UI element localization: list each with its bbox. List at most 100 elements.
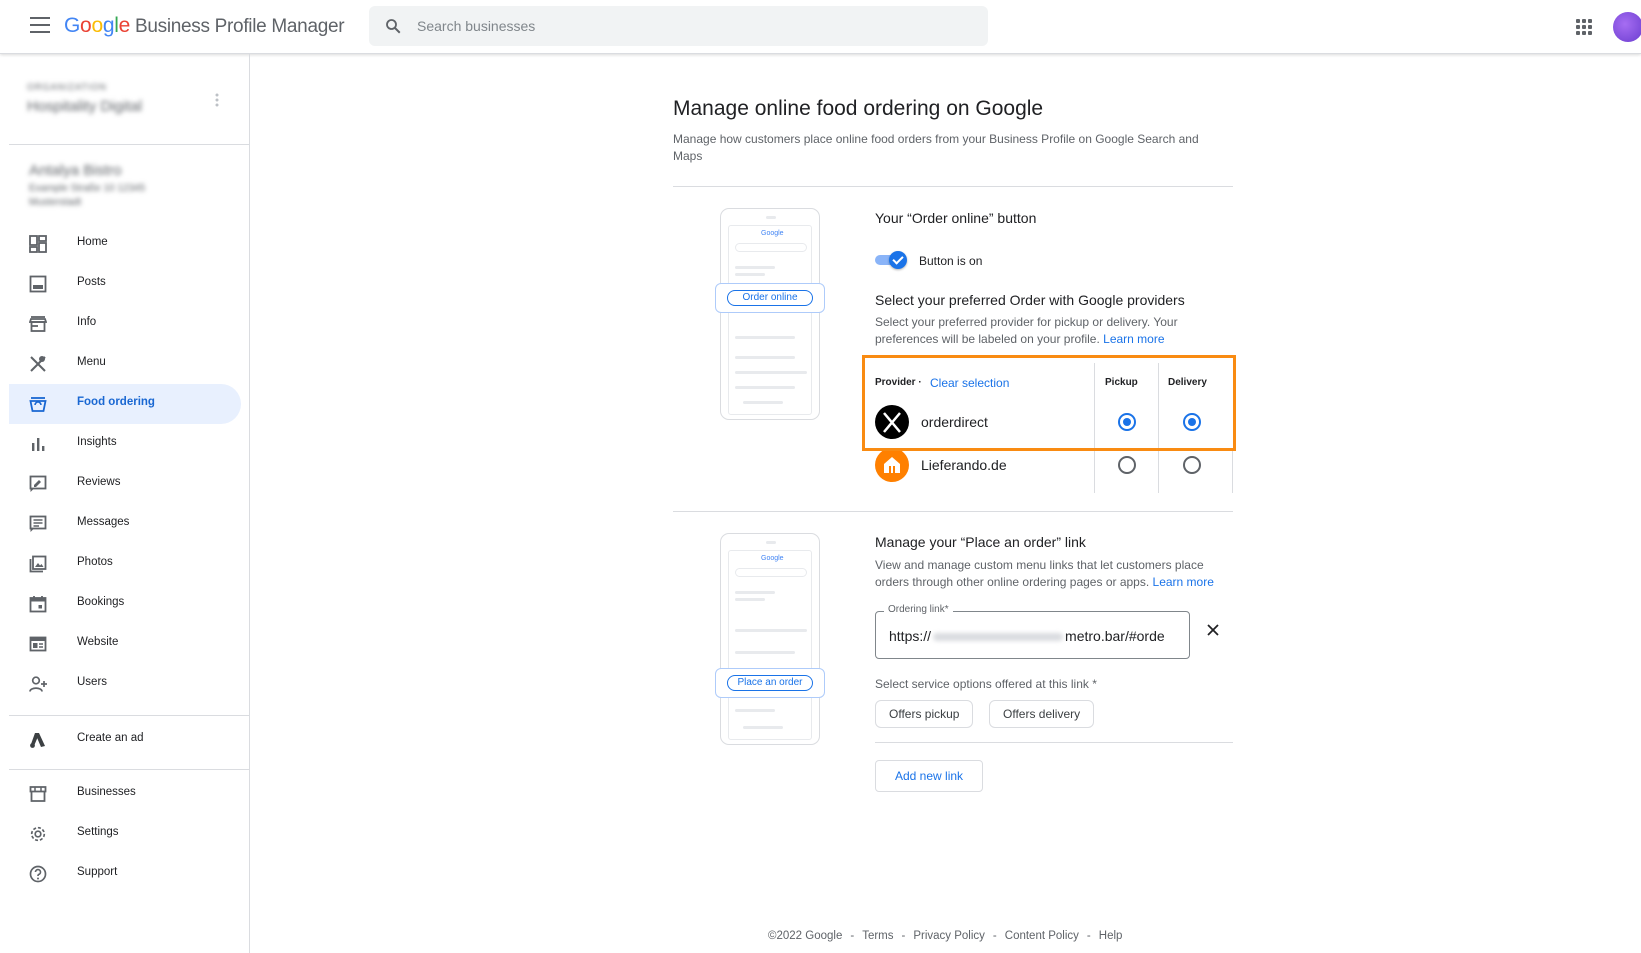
footer-link-terms[interactable]: Terms — [862, 930, 893, 942]
nav-label: Create an ad — [77, 732, 144, 744]
phone-search-box — [735, 568, 807, 577]
nav-label: Users — [77, 676, 108, 688]
phone-search-box — [735, 243, 807, 252]
store-icon — [29, 786, 47, 802]
nav-label: Menu — [77, 356, 106, 368]
phone-line — [735, 371, 807, 374]
nav-item-photos[interactable]: Photos — [9, 544, 241, 584]
copyright: ©2022 Google — [768, 930, 843, 942]
gear-icon — [30, 826, 46, 842]
nav-item-businesses[interactable]: Businesses — [9, 774, 241, 814]
calendar-icon — [29, 596, 47, 613]
phone-line — [743, 726, 783, 729]
footer-link-privacy[interactable]: Privacy Policy — [913, 930, 985, 942]
footer-link-help[interactable]: Help — [1099, 930, 1123, 942]
phone-speaker — [766, 541, 776, 544]
dashboard-icon — [29, 235, 47, 253]
phone-google-logo: Google — [761, 555, 784, 562]
ordering-link-value: https://metro.bar/#orde — [889, 628, 1165, 644]
place-order-description: View and manage custom menu links that l… — [875, 558, 1214, 589]
order-button-toggle[interactable] — [875, 251, 907, 269]
offers-delivery-chip[interactable]: Offers delivery — [989, 700, 1095, 728]
nav-item-messages[interactable]: Messages — [9, 504, 241, 544]
nav-label: Support — [77, 866, 118, 878]
providers-title: Select your preferred Order with Google … — [875, 292, 1185, 308]
nav-item-settings[interactable]: Settings — [9, 814, 241, 854]
reviews-icon — [29, 475, 47, 492]
nav-item-support[interactable]: Support — [9, 854, 241, 894]
lieferando-logo — [875, 448, 909, 482]
nav-item-home[interactable]: Home — [9, 224, 241, 264]
field-label: Ordering link* — [884, 604, 953, 615]
providers-description: Select your preferred provider for picku… — [875, 315, 1178, 346]
phone-google-logo: Google — [761, 230, 784, 237]
nav-item-info[interactable]: Info — [9, 304, 241, 344]
account-avatar[interactable] — [1613, 12, 1641, 42]
close-icon[interactable] — [1206, 623, 1220, 637]
nav-label: Bookings — [77, 596, 125, 608]
nav-item-menu[interactable]: Menu — [9, 344, 241, 384]
org-switch-icon[interactable] — [214, 92, 220, 108]
product-name: Business Profile Manager — [134, 16, 345, 37]
phone-illustration: Google Place an order — [715, 533, 825, 745]
nav-item-create-ad[interactable]: Create an ad — [9, 720, 241, 760]
provider-table: Provider · Clear selection Pickup Delive… — [862, 355, 1236, 493]
posts-icon — [29, 275, 47, 293]
hamburger-menu-icon[interactable] — [30, 17, 50, 35]
place-order-preview: Place an order — [715, 668, 825, 698]
nav-label: Businesses — [77, 786, 136, 798]
divider — [673, 511, 1233, 512]
nav-item-reviews[interactable]: Reviews — [9, 464, 241, 504]
bar-chart-icon — [32, 438, 45, 451]
highlight-box — [862, 355, 1236, 451]
divider — [9, 715, 249, 716]
apps-grid-icon[interactable] — [1576, 19, 1592, 35]
learn-more-link[interactable]: Learn more — [1153, 575, 1214, 589]
phone-screen: Google — [728, 550, 812, 740]
phone-line — [743, 401, 783, 404]
footer: ©2022 Google - Terms - Privacy Policy - Conten… — [768, 930, 1123, 942]
sidebar: ORGANIZATION Hospitality Digital Antalya… — [9, 54, 250, 953]
phone-line — [735, 336, 795, 339]
nav-item-food-ordering[interactable]: Food ordering — [9, 384, 241, 424]
org-label: ORGANIZATION — [27, 82, 107, 92]
search-icon — [386, 19, 401, 34]
nav-label: Home — [77, 236, 108, 248]
nav-label: Insights — [77, 436, 117, 448]
order-online-preview: Order online — [715, 283, 825, 313]
phone-line — [735, 273, 765, 276]
nav-label: Settings — [77, 826, 119, 838]
learn-more-link[interactable]: Learn more — [1103, 332, 1164, 346]
nav-item-insights[interactable]: Insights — [9, 424, 241, 464]
ordering-link-field[interactable]: Ordering link* https://metro.bar/#orde — [875, 604, 1190, 659]
nav-item-posts[interactable]: Posts — [9, 264, 241, 304]
google-logo[interactable]: Google Business Profile Manager — [64, 14, 345, 38]
search-input[interactable] — [417, 6, 957, 46]
shopping-basket-icon — [29, 397, 47, 412]
phone-speaker — [766, 216, 776, 219]
help-icon — [29, 865, 47, 883]
nav-label: Food ordering — [77, 396, 155, 408]
phone-line — [735, 266, 775, 269]
nav-item-users[interactable]: Users — [9, 664, 241, 704]
website-icon — [29, 636, 47, 652]
nav-label: Website — [77, 636, 119, 648]
google-ads-icon — [30, 733, 45, 748]
add-new-link-button[interactable]: Add new link — [875, 760, 984, 792]
provider-name: Lieferando.de — [921, 457, 1007, 473]
nav-label: Reviews — [77, 476, 121, 488]
place-order-title: Manage your “Place an order” link — [875, 534, 1086, 550]
nav-item-bookings[interactable]: Bookings — [9, 584, 241, 624]
lieferando-delivery-radio[interactable] — [1183, 456, 1201, 474]
footer-link-content-policy[interactable]: Content Policy — [1005, 930, 1079, 942]
lieferando-pickup-radio[interactable] — [1118, 456, 1136, 474]
search-bar[interactable] — [369, 6, 988, 46]
nav-item-website[interactable]: Website — [9, 624, 241, 664]
photos-icon — [29, 555, 47, 573]
phone-line — [735, 629, 807, 632]
offers-pickup-chip[interactable]: Offers pickup — [875, 700, 974, 728]
checkmark-icon — [889, 251, 907, 269]
business-address: Example Straße 10 12345 Musterstadt — [29, 183, 146, 208]
storefront-icon — [29, 316, 47, 332]
order-button-title: Your “Order online” button — [875, 210, 1037, 226]
